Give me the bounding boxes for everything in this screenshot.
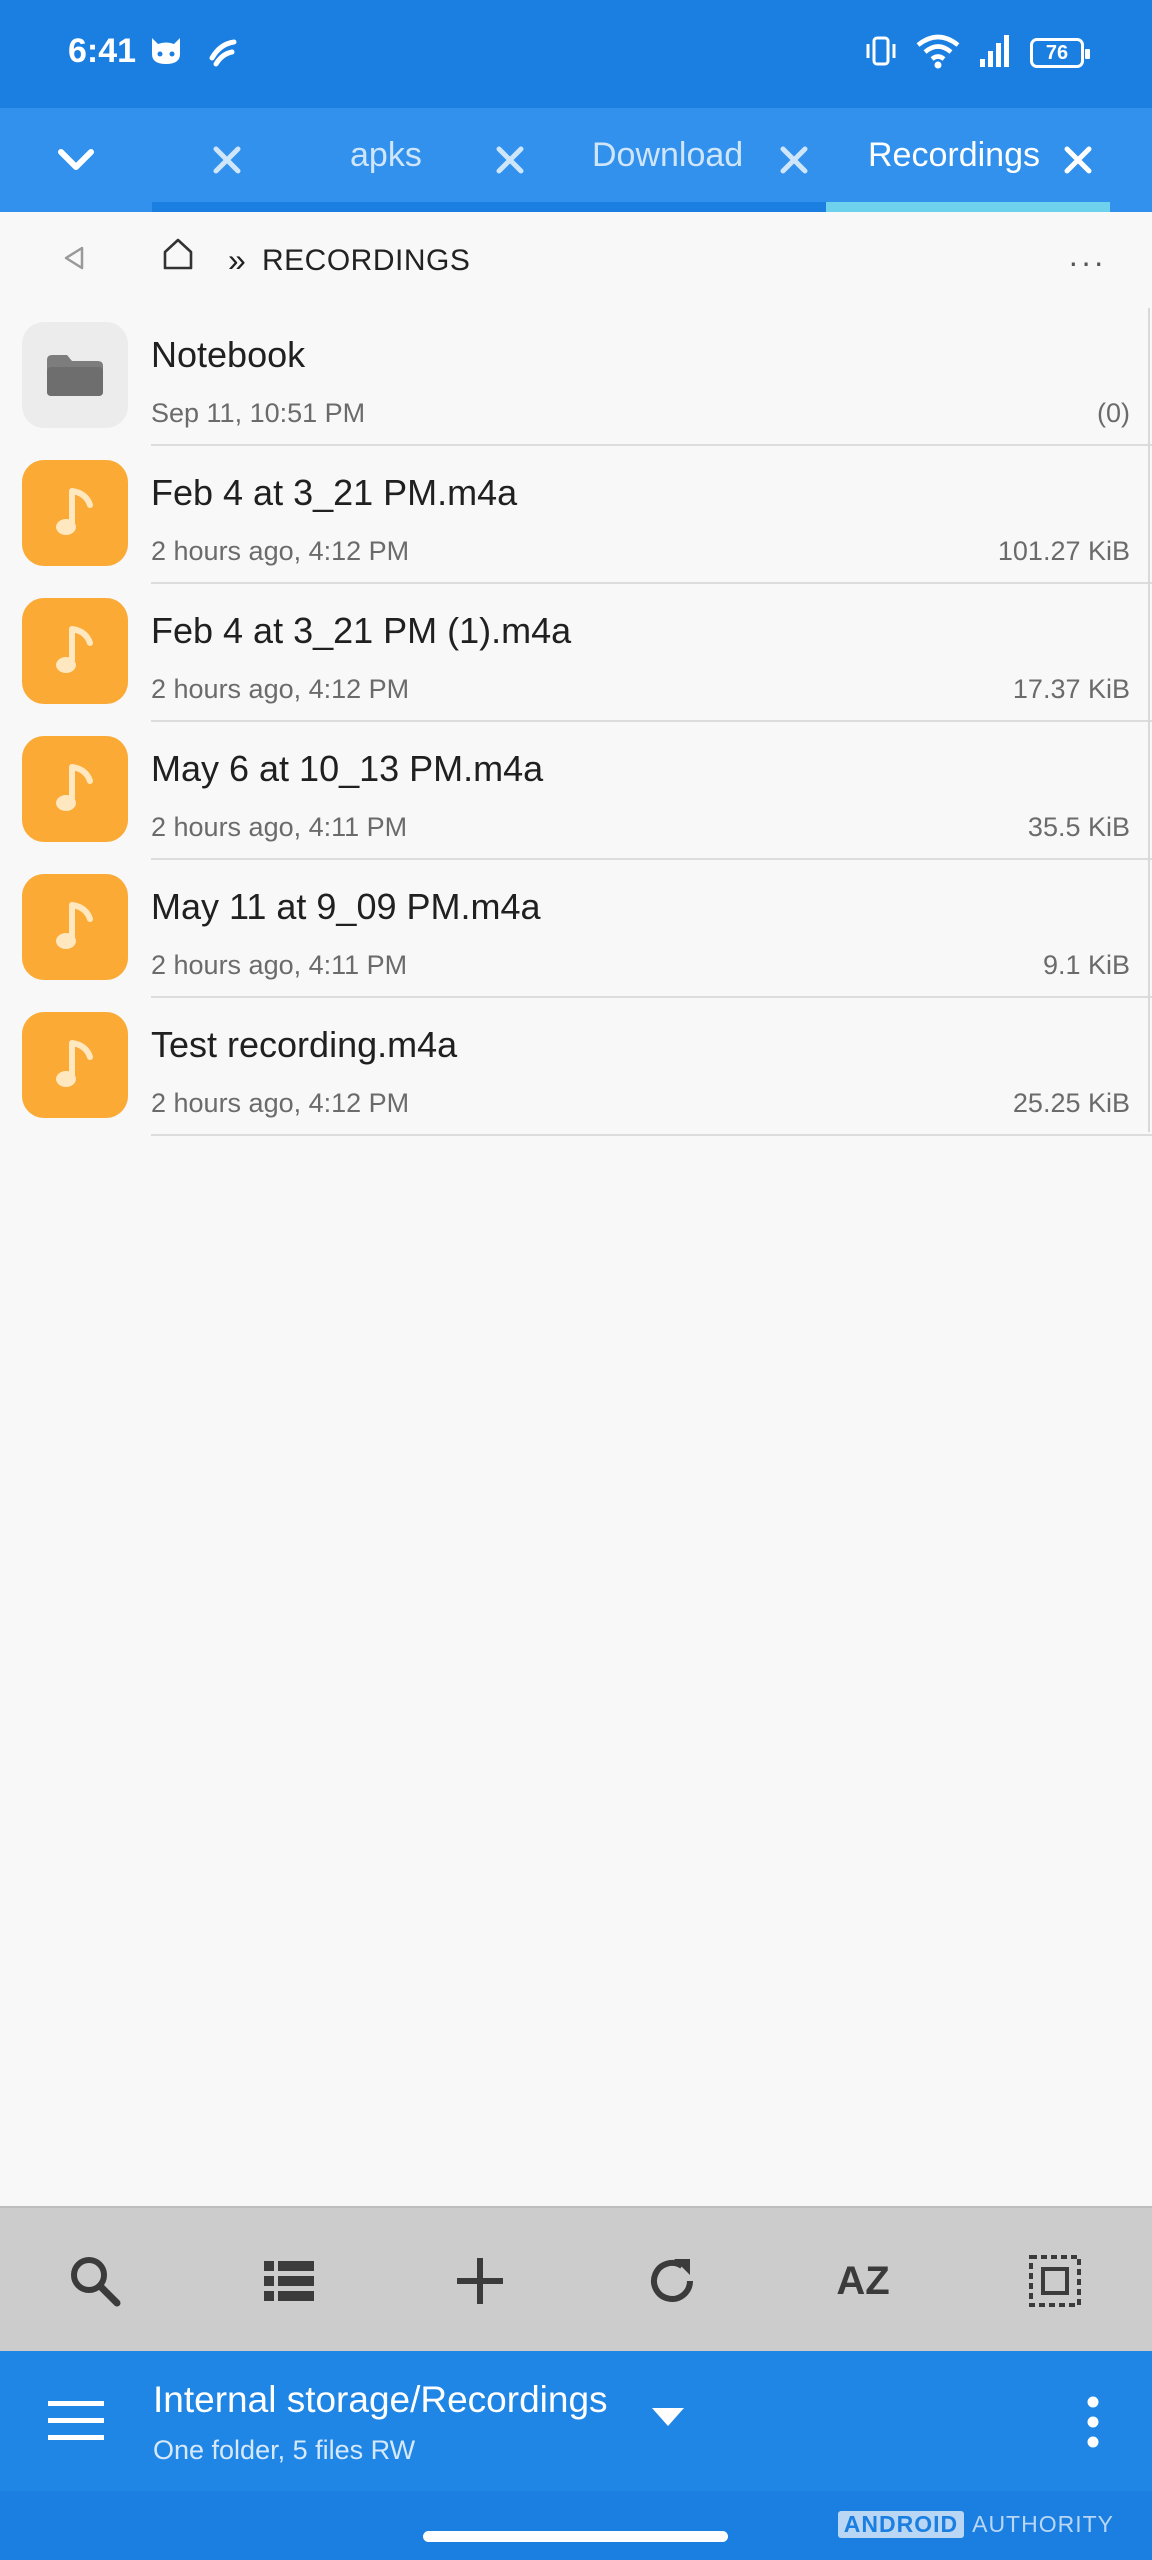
file-name: Feb 4 at 3_21 PM (1).m4a: [151, 610, 572, 651]
status-bar: 6:41 76: [0, 0, 1152, 108]
breadcrumb: » RECORDINGS ···: [0, 212, 1152, 308]
list-item[interactable]: Feb 4 at 3_21 PM.m4a 2 hours ago, 4:12 P…: [0, 446, 1152, 584]
file-date: 2 hours ago, 4:11 PM: [151, 950, 408, 980]
close-icon[interactable]: [490, 140, 530, 180]
tab-label: Recordings: [868, 136, 1040, 174]
swipe-icon: [206, 30, 240, 75]
file-name: Notebook: [151, 334, 306, 375]
tab-bar: apks Download Recordings: [0, 108, 1152, 212]
file-size: 25.25 KiB: [1012, 1088, 1130, 1118]
menu-button[interactable]: [46, 2397, 106, 2450]
cat-face-icon: [146, 30, 186, 75]
tab-label: apks: [350, 136, 422, 174]
divider: [151, 1134, 1152, 1136]
file-date: 2 hours ago, 4:12 PM: [151, 1088, 410, 1118]
signal-icon: [978, 33, 1012, 74]
collapse-tabs-button[interactable]: [44, 132, 108, 188]
close-icon[interactable]: [1058, 140, 1098, 180]
wifi-icon: [916, 33, 960, 74]
file-name: Feb 4 at 3_21 PM.m4a: [151, 472, 518, 513]
list-item[interactable]: May 11 at 9_09 PM.m4a 2 hours ago, 4:11 …: [0, 860, 1152, 998]
more-options-icon[interactable]: ···: [1068, 244, 1106, 281]
close-icon[interactable]: [207, 140, 247, 180]
chevron-down-icon: [58, 149, 94, 170]
tab-1[interactable]: [152, 108, 332, 212]
tab-download[interactable]: Download: [526, 108, 826, 212]
search-button[interactable]: [60, 2246, 130, 2316]
file-date: 2 hours ago, 4:11 PM: [151, 812, 408, 842]
add-icon: [457, 2258, 503, 2304]
folder-icon: [22, 322, 128, 428]
music-note-icon: [22, 598, 128, 704]
hamburger-menu-icon: [48, 2401, 104, 2440]
tab-label: Download: [592, 136, 744, 174]
file-date: 2 hours ago, 4:12 PM: [151, 536, 410, 566]
breadcrumb-separator: »: [228, 242, 246, 278]
refresh-icon: [651, 2259, 693, 2302]
battery-icon: 76: [1030, 38, 1090, 68]
tab-recordings[interactable]: Recordings: [826, 108, 1110, 212]
file-date: Sep 11, 10:51 PM: [151, 398, 366, 428]
search-icon: [71, 2257, 121, 2307]
select-all-icon: [1029, 2255, 1081, 2307]
sort-icon: AZ: [836, 2258, 890, 2303]
file-list: Notebook Sep 11, 10:51 PM (0) Feb 4 at 3…: [0, 308, 1152, 1136]
refresh-button[interactable]: [637, 2246, 707, 2316]
tab-indicator: [332, 202, 526, 212]
path-dropdown-button[interactable]: [650, 2405, 686, 2434]
file-name: May 6 at 10_13 PM.m4a: [151, 748, 544, 789]
list-item[interactable]: Feb 4 at 3_21 PM (1).m4a 2 hours ago, 4:…: [0, 584, 1152, 722]
music-note-icon: [22, 736, 128, 842]
file-size: 17.37 KiB: [1012, 674, 1130, 704]
list-item[interactable]: Notebook Sep 11, 10:51 PM (0): [0, 308, 1152, 446]
music-note-icon: [22, 1012, 128, 1118]
current-path[interactable]: Internal storage/Recordings: [153, 2379, 608, 2421]
bottom-toolbar: AZ: [0, 2206, 1152, 2351]
list-item[interactable]: May 6 at 10_13 PM.m4a 2 hours ago, 4:11 …: [0, 722, 1152, 860]
item-count: (0): [1097, 398, 1130, 428]
music-note-icon: [22, 460, 128, 566]
list-view-icon: [264, 2261, 314, 2301]
watermark-brand-text: AUTHORITY: [972, 2511, 1114, 2537]
select-all-button[interactable]: [1020, 2246, 1090, 2316]
gesture-handle[interactable]: [423, 2531, 728, 2542]
home-icon[interactable]: [160, 234, 196, 279]
sort-button[interactable]: AZ: [828, 2246, 898, 2316]
list-view-button[interactable]: [254, 2246, 324, 2316]
file-size: 101.27 KiB: [997, 536, 1130, 566]
triangle-down-icon: [652, 2408, 684, 2426]
battery-level: 76: [1045, 41, 1069, 64]
watermark: ANDROID AUTHORITY: [837, 2511, 1114, 2538]
tab-indicator-active: [826, 202, 1110, 212]
file-name: Test recording.m4a: [151, 1024, 458, 1065]
file-size: 9.1 KiB: [1042, 950, 1130, 980]
scrollbar[interactable]: [1148, 308, 1150, 1132]
back-icon[interactable]: [60, 240, 86, 281]
add-button[interactable]: [445, 2246, 515, 2316]
vibrate-icon: [864, 34, 898, 73]
music-note-icon: [22, 874, 128, 980]
overflow-menu-button[interactable]: [1086, 2395, 1100, 2454]
file-size: 35.5 KiB: [1027, 812, 1130, 842]
tab-apks[interactable]: apks: [332, 108, 526, 212]
list-item[interactable]: Test recording.m4a 2 hours ago, 4:12 PM …: [0, 998, 1152, 1136]
footer-bar: Internal storage/Recordings One folder, …: [0, 2351, 1152, 2491]
tab-indicator: [526, 202, 826, 212]
watermark-brand-box: ANDROID: [837, 2511, 965, 2538]
tab-indicator: [152, 202, 332, 212]
breadcrumb-current[interactable]: RECORDINGS: [262, 244, 470, 278]
system-nav-bar: ANDROID AUTHORITY: [0, 2491, 1152, 2560]
status-time: 6:41: [68, 32, 137, 70]
kebab-menu-icon: [1087, 2396, 1099, 2448]
file-name: May 11 at 9_09 PM.m4a: [151, 886, 541, 927]
file-date: 2 hours ago, 4:12 PM: [151, 674, 410, 704]
close-icon[interactable]: [774, 140, 814, 180]
folder-summary: One folder, 5 files RW: [153, 2435, 416, 2465]
